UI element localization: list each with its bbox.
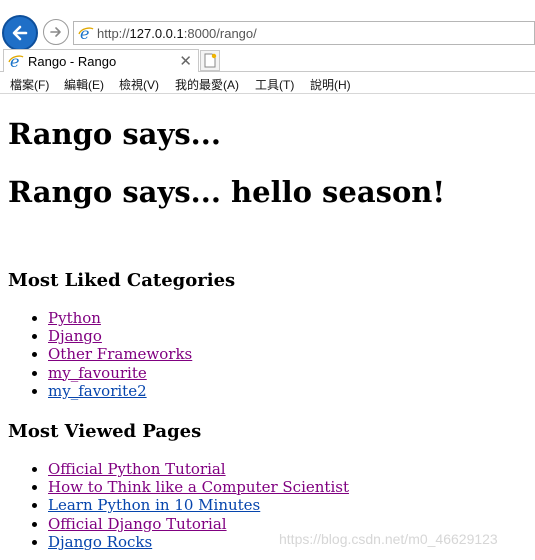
list-item: my_favorite2 — [48, 382, 192, 400]
page-link-learn-python[interactable]: Learn Python in 10 Minutes — [48, 496, 260, 514]
category-link-other-frameworks[interactable]: Other Frameworks — [48, 345, 192, 363]
category-link-django[interactable]: Django — [48, 327, 102, 345]
menu-bar: 檔案(F) 編輯(E) 檢視(V) 我的最愛(A) 工具(T) 說明(H) — [0, 72, 535, 94]
list-item: Python — [48, 309, 192, 327]
svg-text:e: e — [10, 53, 19, 69]
category-link-my-favorite2[interactable]: my_favorite2 — [48, 382, 147, 400]
url-host: 127.0.0.1 — [129, 26, 184, 41]
page-title: Rango says... — [8, 117, 221, 151]
menu-help[interactable]: 說明(H) — [310, 76, 351, 93]
browser-chrome: e http://127.0.0.1:8000/rango/ e Rango -… — [0, 0, 535, 95]
list-item: Other Frameworks — [48, 345, 192, 363]
category-link-my-favourite[interactable]: my_favourite — [48, 364, 147, 382]
back-button[interactable] — [2, 15, 38, 51]
menu-view[interactable]: 檢視(V) — [119, 76, 159, 93]
address-bar[interactable]: e http://127.0.0.1:8000/rango/ — [73, 21, 535, 45]
watermark: https://blog.csdn.net/m0_46629123 — [279, 531, 498, 547]
new-tab-icon — [204, 53, 217, 68]
page-content: Rango says... Rango says... hello season… — [0, 95, 535, 560]
url-prefix: http:// — [97, 26, 130, 41]
pages-heading: Most Viewed Pages — [8, 421, 202, 442]
categories-list: Python Django Other Frameworks my_favour… — [0, 309, 192, 400]
svg-text:e: e — [80, 25, 89, 41]
list-item: Official Python Tutorial — [48, 460, 349, 478]
arrow-right-icon — [50, 27, 61, 37]
tab-rango[interactable]: e Rango - Rango ✕ — [3, 49, 199, 72]
page-link-how-to-think[interactable]: How to Think like a Computer Scientist — [48, 478, 349, 496]
forward-button[interactable] — [43, 19, 69, 45]
greeting-heading: Rango says... hello season! — [8, 175, 446, 209]
tab-strip: e Rango - Rango ✕ — [0, 49, 535, 72]
page-link-official-python-tutorial[interactable]: Official Python Tutorial — [48, 460, 226, 478]
category-link-python[interactable]: Python — [48, 309, 101, 327]
list-item: Django — [48, 327, 192, 345]
categories-heading: Most Liked Categories — [8, 270, 236, 291]
menu-file[interactable]: 檔案(F) — [10, 76, 49, 93]
page-link-official-django-tutorial[interactable]: Official Django Tutorial — [48, 515, 227, 533]
url-path: :8000/rango/ — [183, 26, 257, 41]
url-text: http://127.0.0.1:8000/rango/ — [97, 26, 257, 41]
menu-edit[interactable]: 編輯(E) — [64, 76, 104, 93]
menu-tools[interactable]: 工具(T) — [255, 76, 294, 93]
close-icon[interactable]: ✕ — [179, 52, 192, 70]
ie-icon: e — [78, 25, 94, 41]
ie-icon: e — [8, 53, 24, 69]
list-item: How to Think like a Computer Scientist — [48, 478, 349, 496]
menu-favorites[interactable]: 我的最愛(A) — [175, 76, 239, 93]
list-item: Learn Python in 10 Minutes — [48, 496, 349, 514]
tab-title: Rango - Rango — [28, 54, 117, 69]
arrow-left-icon — [12, 25, 28, 41]
page-link-django-rocks[interactable]: Django Rocks — [48, 533, 152, 551]
new-tab-button[interactable] — [200, 50, 220, 71]
list-item: my_favourite — [48, 364, 192, 382]
